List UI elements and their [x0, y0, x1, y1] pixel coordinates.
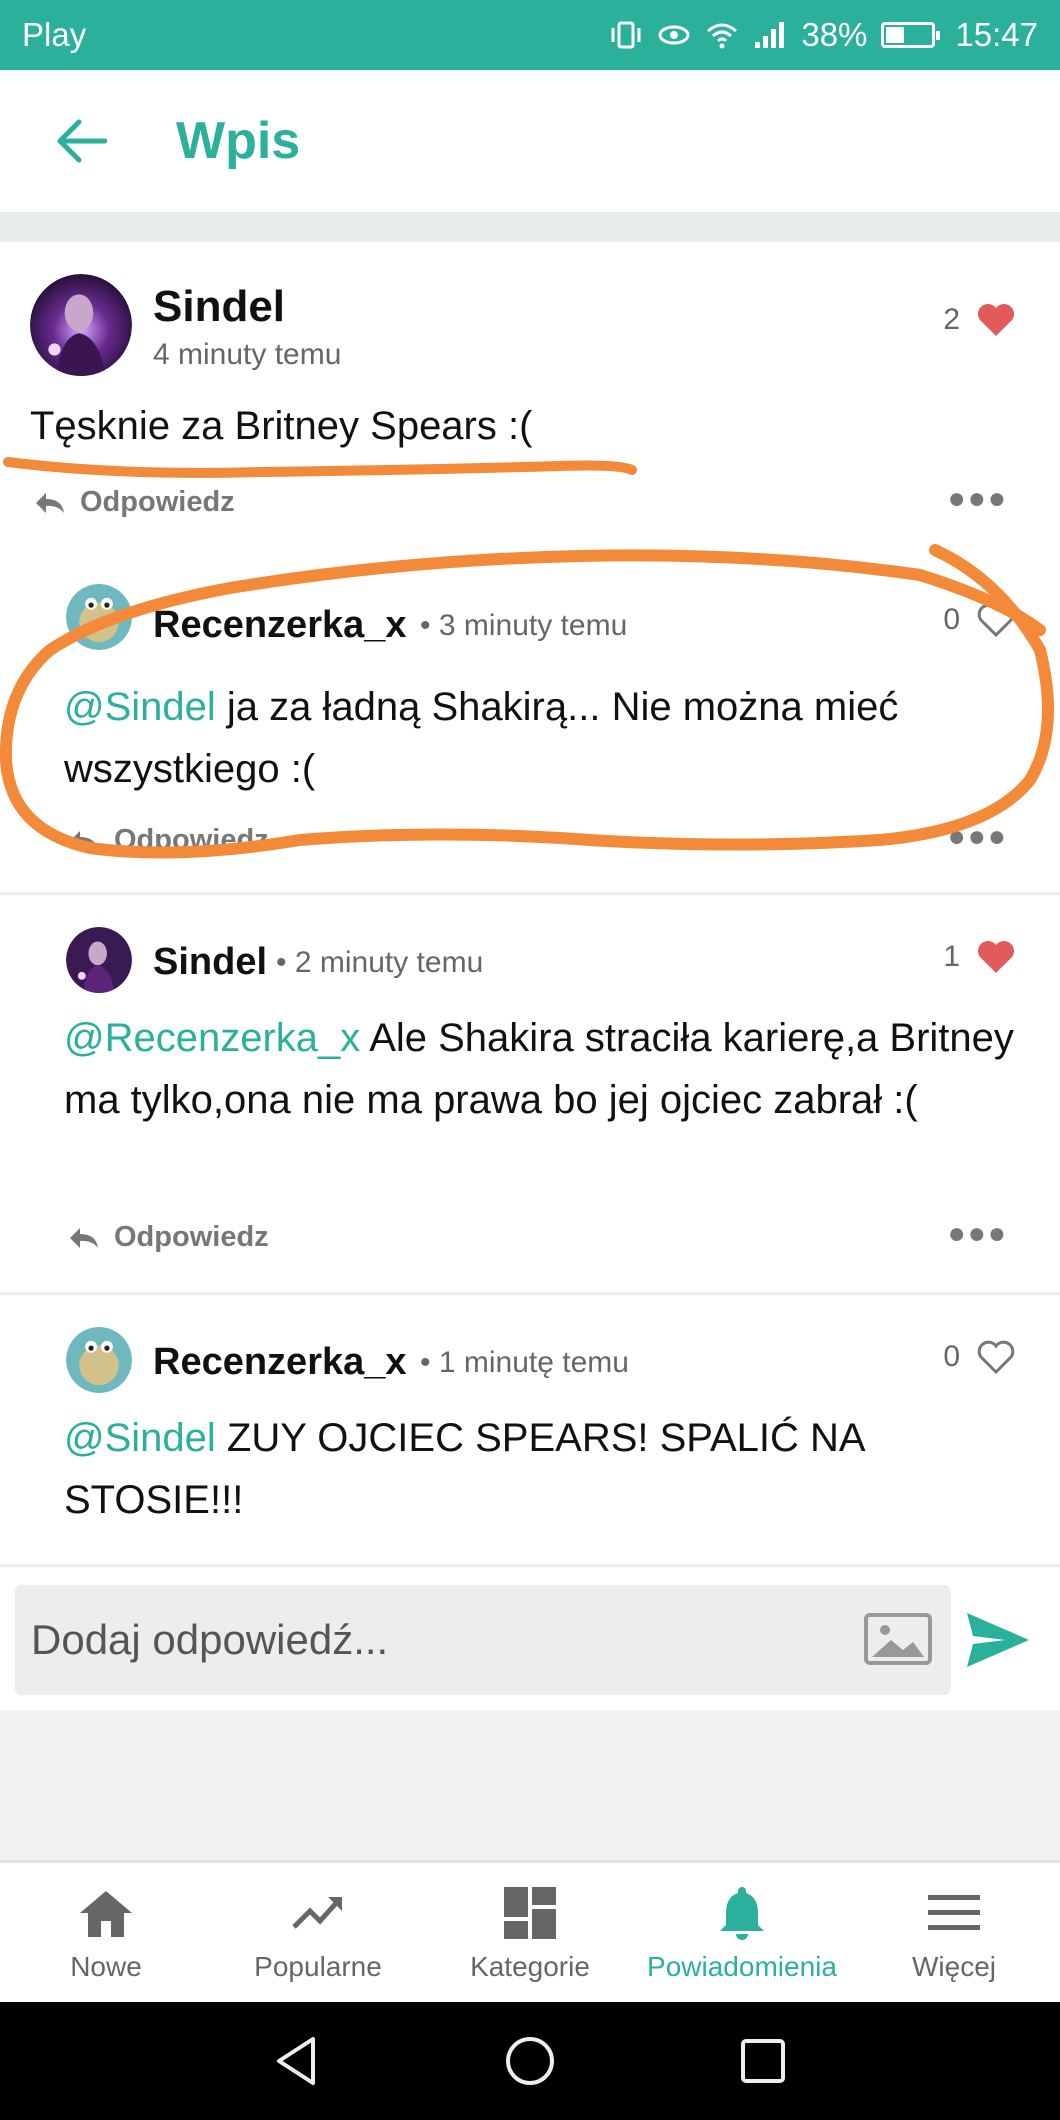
comment-time-text: 1 minutę temu: [438, 1346, 629, 1379]
post-author[interactable]: Sindel: [153, 282, 285, 332]
reply-input[interactable]: Dodaj odpowiedź...: [15, 1585, 951, 1695]
more-options-button[interactable]: ●●●: [948, 482, 1008, 516]
post-likes[interactable]: 2: [943, 302, 1016, 338]
avatar[interactable]: [66, 927, 132, 993]
recents-square-icon[interactable]: [735, 2033, 791, 2089]
heart-outline-icon[interactable]: [976, 1339, 1016, 1375]
nav-label: Więcej: [911, 1951, 996, 1982]
comment-likes[interactable]: 0: [943, 602, 1016, 638]
comment-author[interactable]: Recenzerka_x: [153, 604, 407, 647]
vibrate-icon: [611, 21, 641, 49]
reply-button[interactable]: Odpowiedz: [34, 486, 235, 519]
app-bar: Wpis: [0, 70, 1060, 212]
comment-time-text: 2 minuty temu: [294, 946, 484, 979]
battery-percent: 38%: [801, 16, 868, 53]
reply-label: Odpowiedz: [114, 1221, 269, 1253]
like-count: 1: [943, 940, 960, 973]
comment-likes[interactable]: 0: [943, 1339, 1016, 1375]
main-post: Sindel 4 minuty temu 2 Tęsknie za Britne…: [0, 242, 1060, 892]
comment-text: @Recenzerka_x Ale Shakira straciła karie…: [64, 1007, 1020, 1131]
comment-time-text: 3 minuty temu: [438, 609, 628, 642]
back-button[interactable]: [50, 110, 112, 172]
clock: 15:47: [955, 16, 1038, 53]
like-count: 0: [943, 1340, 960, 1373]
reply-composer: Dodaj odpowiedź...: [0, 1564, 1060, 1710]
wifi-icon: [707, 23, 738, 49]
menu-icon: [928, 1895, 980, 1930]
nav-label: Powiadomienia: [647, 1951, 837, 1982]
like-count: 0: [943, 603, 960, 636]
grid-icon: [504, 1887, 556, 1939]
header-divider: [0, 212, 1060, 242]
post-text: Tęsknie za Britney Spears :(: [30, 404, 533, 448]
bell-icon: [720, 1887, 764, 1940]
nav-nowe[interactable]: Nowe: [0, 1863, 212, 2002]
mention-link[interactable]: @Recenzerka_x: [64, 1016, 360, 1060]
nav-kategorie[interactable]: Kategorie: [424, 1863, 636, 2002]
nav-popularne[interactable]: Popularne: [212, 1863, 424, 2002]
nav-label: Popularne: [254, 1951, 382, 1982]
heart-outline-icon[interactable]: [976, 602, 1016, 638]
system-navigation: [0, 2002, 1060, 2120]
more-options-button[interactable]: ●●●: [948, 1217, 1008, 1251]
comment: Sindel • 2 minuty temu 1 @Recenzerka_x A…: [0, 892, 1060, 1292]
nav-label: Kategorie: [470, 1951, 590, 1982]
thread: Sindel 4 minuty temu 2 Tęsknie za Britne…: [0, 242, 1060, 1564]
image-attach-icon[interactable]: [863, 1612, 933, 1666]
mention-link[interactable]: @Sindel: [64, 685, 216, 729]
more-options-button[interactable]: ●●●: [948, 820, 1008, 854]
status-bar: Play 38% 15:47: [0, 0, 1060, 70]
arrow-left-icon: [57, 119, 107, 163]
battery-icon: [881, 22, 941, 48]
comment-text: @Sindel ZUY OJCIEC SPEARS! SPALIĆ NA STO…: [64, 1407, 1020, 1531]
page-title: Wpis: [176, 112, 301, 170]
reply-placeholder: Dodaj odpowiedź...: [31, 1616, 389, 1663]
reply-icon: [36, 492, 64, 513]
comment-author[interactable]: Recenzerka_x: [153, 1341, 407, 1384]
back-triangle-icon[interactable]: [269, 2033, 325, 2089]
signal-icon: [755, 22, 785, 48]
reply-label: Odpowiedz: [114, 824, 269, 856]
trending-icon: [292, 1897, 342, 1929]
comment-text: @Sindel ja za ładną Shakirą... Nie można…: [64, 676, 1020, 800]
carrier-label: Play: [22, 16, 87, 53]
avatar[interactable]: [66, 1327, 132, 1393]
comment-time: • 2 minuty temu: [276, 946, 484, 979]
reply-label: Odpowiedz: [80, 486, 235, 518]
mention-link[interactable]: @Sindel: [64, 1416, 216, 1460]
like-count: 2: [943, 303, 960, 336]
heart-filled-icon[interactable]: [976, 302, 1016, 338]
avatar[interactable]: [30, 274, 132, 376]
comment-time: • 3 minuty temu: [420, 609, 628, 642]
bottom-navigation: Nowe Popularne Kategorie Powiadomienia W…: [0, 1860, 1060, 2002]
nav-label: Nowe: [70, 1951, 142, 1982]
home-icon: [80, 1891, 132, 1937]
nav-wiecej[interactable]: Więcej: [848, 1863, 1060, 2002]
comment-time: • 1 minutę temu: [420, 1346, 629, 1379]
nav-powiadomienia[interactable]: Powiadomienia: [636, 1863, 848, 2002]
eye-icon: [658, 25, 690, 45]
post-time: 4 minuty temu: [153, 338, 342, 371]
reply-icon: [70, 830, 98, 851]
avatar[interactable]: [66, 584, 132, 650]
home-circle-icon[interactable]: [502, 2033, 558, 2089]
comment-author[interactable]: Sindel: [153, 941, 267, 984]
comment: Recenzerka_x • 1 minutę temu 0 @Sindel Z…: [0, 1292, 1060, 1564]
send-icon[interactable]: [965, 1607, 1031, 1673]
reply-button[interactable]: Odpowiedz: [68, 1221, 269, 1254]
comment-likes[interactable]: 1: [943, 939, 1016, 975]
reply-icon: [70, 1227, 98, 1248]
heart-filled-icon[interactable]: [976, 939, 1016, 975]
reply-button[interactable]: Odpowiedz: [68, 824, 269, 857]
